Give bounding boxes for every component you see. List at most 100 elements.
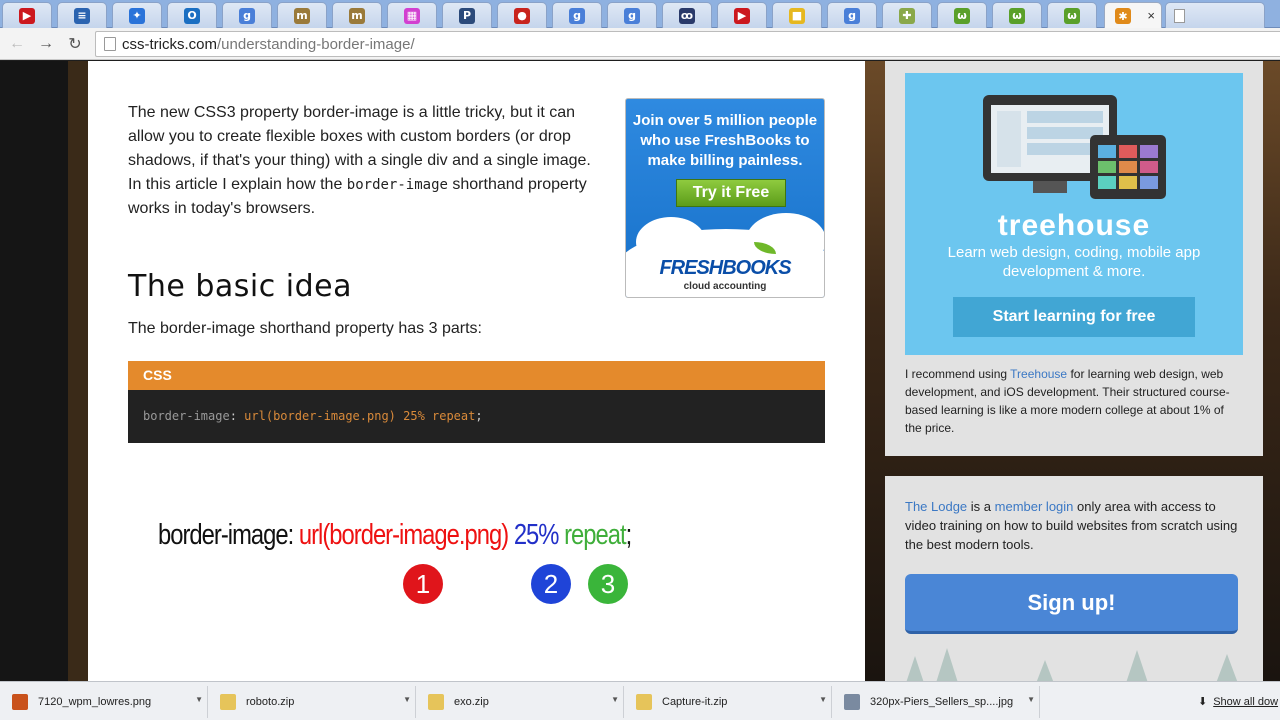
treehouse-tagline: Learn web design, coding, mobile app dev… (947, 244, 1201, 280)
sign-up-button[interactable]: Sign up! (905, 574, 1238, 634)
browser-tab[interactable]: ● (497, 2, 547, 28)
browser-tab[interactable]: ▦ (387, 2, 437, 28)
tablet-cell (1140, 160, 1158, 174)
download-item[interactable]: Capture-it.zip ▼ (624, 686, 832, 718)
page-viewport[interactable]: The new CSS3 property border-image is a … (0, 61, 1280, 681)
google-icon: g (844, 7, 860, 24)
download-item[interactable]: 7120_wpm_lowres.png ▼ (0, 686, 208, 718)
tablet-cell (1140, 145, 1158, 158)
smiley-icon: ω (1009, 7, 1025, 24)
browser-tab[interactable]: ω (1047, 2, 1097, 28)
zip-file-icon (428, 694, 444, 710)
moz-icon: m (349, 7, 365, 24)
youtube-icon: ▶ (734, 7, 750, 24)
download-item[interactable]: exo.zip ▼ (416, 686, 624, 718)
tablet-cell (1098, 160, 1116, 174)
browser-tab[interactable]: g (552, 2, 602, 28)
diagram-property: border-image: (158, 519, 294, 551)
address-bar[interactable]: css-tricks.com/understanding-border-imag… (95, 31, 1280, 57)
download-filename: 320px-Piers_Sellers_sp....jpg (870, 696, 1014, 708)
zip-file-icon (220, 694, 236, 710)
download-item[interactable]: 320px-Piers_Sellers_sp....jpg ▼ (832, 686, 1040, 718)
code-language-label: CSS (128, 361, 825, 390)
show-all-label: Show all dow (1213, 695, 1279, 708)
tablet-grid (1098, 145, 1158, 189)
freshbooks-logo-sub: cloud accounting (683, 281, 767, 292)
tablet-cell (1119, 145, 1137, 158)
page-background-left (0, 61, 68, 681)
google-icon: g (624, 7, 640, 24)
reload-icon: ↻ (68, 36, 82, 53)
show-all-downloads-link[interactable]: ⬇ Show all dow (1198, 695, 1279, 709)
treehouse-logo: treehouse (997, 209, 1151, 242)
browser-tab[interactable]: P (442, 2, 492, 28)
apple-icon: ● (514, 7, 530, 24)
browser-tab[interactable]: ▶ (717, 2, 767, 28)
database-icon: ≡ (74, 7, 90, 24)
browser-tab[interactable]: g (607, 2, 657, 28)
treehouse-sidebar-box: treehouse Learn web design, coding, mobi… (885, 61, 1263, 456)
tab-strip: ▶ ≡ ✦ Og m m ▦ P ● g g ꝏ ▶ ■ g ✚ ω ω ω ✱ × (0, 0, 1280, 29)
the-lodge-link[interactable]: The Lodge (905, 499, 967, 514)
square-icon: ■ (789, 7, 805, 24)
download-menu-caret-icon[interactable]: ▼ (403, 695, 411, 704)
download-item[interactable]: roboto.zip ▼ (208, 686, 416, 718)
download-menu-caret-icon[interactable]: ▼ (819, 695, 827, 704)
browser-tab[interactable]: ✚ (882, 2, 932, 28)
code-colon: : (229, 409, 237, 423)
article-content: The new CSS3 property border-image is a … (88, 61, 865, 681)
forward-button[interactable]: → (34, 32, 58, 56)
browser-tab[interactable]: m (332, 2, 382, 28)
border-image-diagram: border-image: url(border-image.png) 25% … (158, 519, 632, 559)
browser-tab[interactable]: g (222, 2, 272, 28)
freshbooks-ad[interactable]: Join over 5 million people who use Fresh… (625, 98, 825, 298)
download-menu-caret-icon[interactable]: ▼ (1027, 695, 1035, 704)
url-path: /understanding-border-image/ (217, 35, 415, 53)
browser-tab[interactable]: ω (992, 2, 1042, 28)
smiley-icon: ω (1064, 7, 1080, 24)
diagram-part-2: 25% (513, 519, 560, 551)
treehouse-link[interactable]: Treehouse (1010, 367, 1067, 381)
reload-button[interactable]: ↻ (63, 32, 87, 56)
browser-tab[interactable]: ≡ (57, 2, 107, 28)
browser-tab[interactable]: m (277, 2, 327, 28)
download-menu-caret-icon[interactable]: ▼ (611, 695, 619, 704)
download-arrow-icon: ⬇ (1198, 696, 1208, 708)
code-semicolon: ; (475, 409, 483, 423)
part-3-badge: 3 (588, 564, 628, 604)
tablet-cell (1119, 160, 1137, 174)
trees-illustration (906, 648, 1238, 681)
browser-tab-blank[interactable] (1165, 2, 1265, 28)
zip-file-icon (636, 694, 652, 710)
browser-tab[interactable]: ▶ (2, 2, 52, 28)
code-property: border-image (143, 409, 230, 423)
google-icon: g (239, 7, 255, 24)
image-file-icon (12, 694, 28, 710)
screen-sidebar-shape (997, 111, 1021, 167)
pocket-icon: P (459, 7, 475, 24)
browser-tab[interactable]: O (167, 2, 217, 28)
download-filename: Capture-it.zip (662, 696, 728, 708)
moz-icon: m (294, 7, 310, 24)
download-shelf: 7120_wpm_lowres.png ▼ roboto.zip ▼ exo.zip ▼ C… (0, 681, 1280, 720)
browser-tab[interactable]: ■ (772, 2, 822, 28)
treehouse-ad[interactable]: treehouse Learn web design, coding, mobi… (905, 73, 1243, 355)
browser-tab[interactable]: ✦ (112, 2, 162, 28)
member-login-link[interactable]: member login (995, 499, 1074, 514)
browser-tab[interactable]: ꝏ (662, 2, 712, 28)
tablet-cell (1140, 176, 1158, 189)
url-domain: css-tricks.com (122, 35, 217, 53)
browser-tab[interactable]: g (827, 2, 877, 28)
browser-tab[interactable]: ω (937, 2, 987, 28)
back-button[interactable]: ← (5, 32, 29, 56)
start-learning-button[interactable]: Start learning for free (953, 297, 1195, 337)
try-it-free-button[interactable]: Try it Free (676, 179, 786, 207)
monitor-stand (1033, 181, 1067, 193)
recommendation-text: I recommend using (905, 367, 1011, 381)
download-menu-caret-icon[interactable]: ▼ (195, 695, 203, 704)
swirl-icon: ꝏ (679, 7, 695, 24)
code-body[interactable]: border-image: url(border-image.png) 25% … (128, 390, 825, 442)
browser-tab-active[interactable]: ✱ × (1104, 2, 1162, 29)
download-filename: roboto.zip (246, 696, 295, 708)
close-tab-icon[interactable]: × (1147, 8, 1155, 23)
